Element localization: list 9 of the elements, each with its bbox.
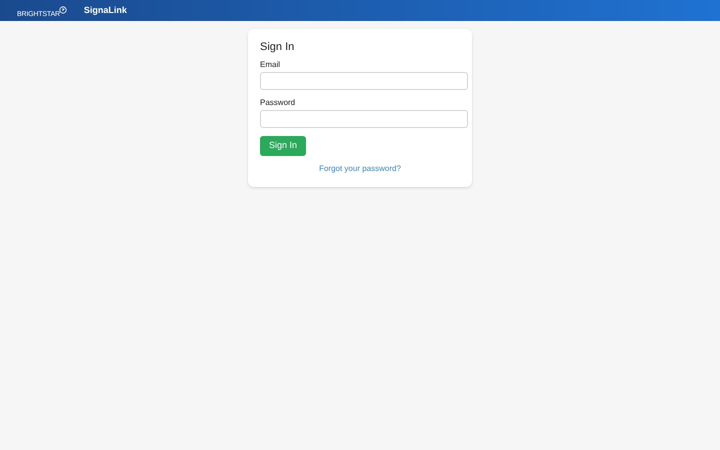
input-field[interactable] — [260, 110, 468, 128]
forgot-password-link[interactable]: Forgot your password? — [319, 163, 401, 176]
sign-in-button[interactable]: Sign In — [260, 136, 306, 156]
app-name: SignaLink — [84, 4, 127, 17]
logo-icon — [58, 6, 67, 14]
field-label: Password — [260, 97, 296, 108]
input-field[interactable] — [260, 72, 468, 90]
field-label: Email — [260, 59, 282, 70]
form-title: Sign In — [260, 40, 296, 54]
